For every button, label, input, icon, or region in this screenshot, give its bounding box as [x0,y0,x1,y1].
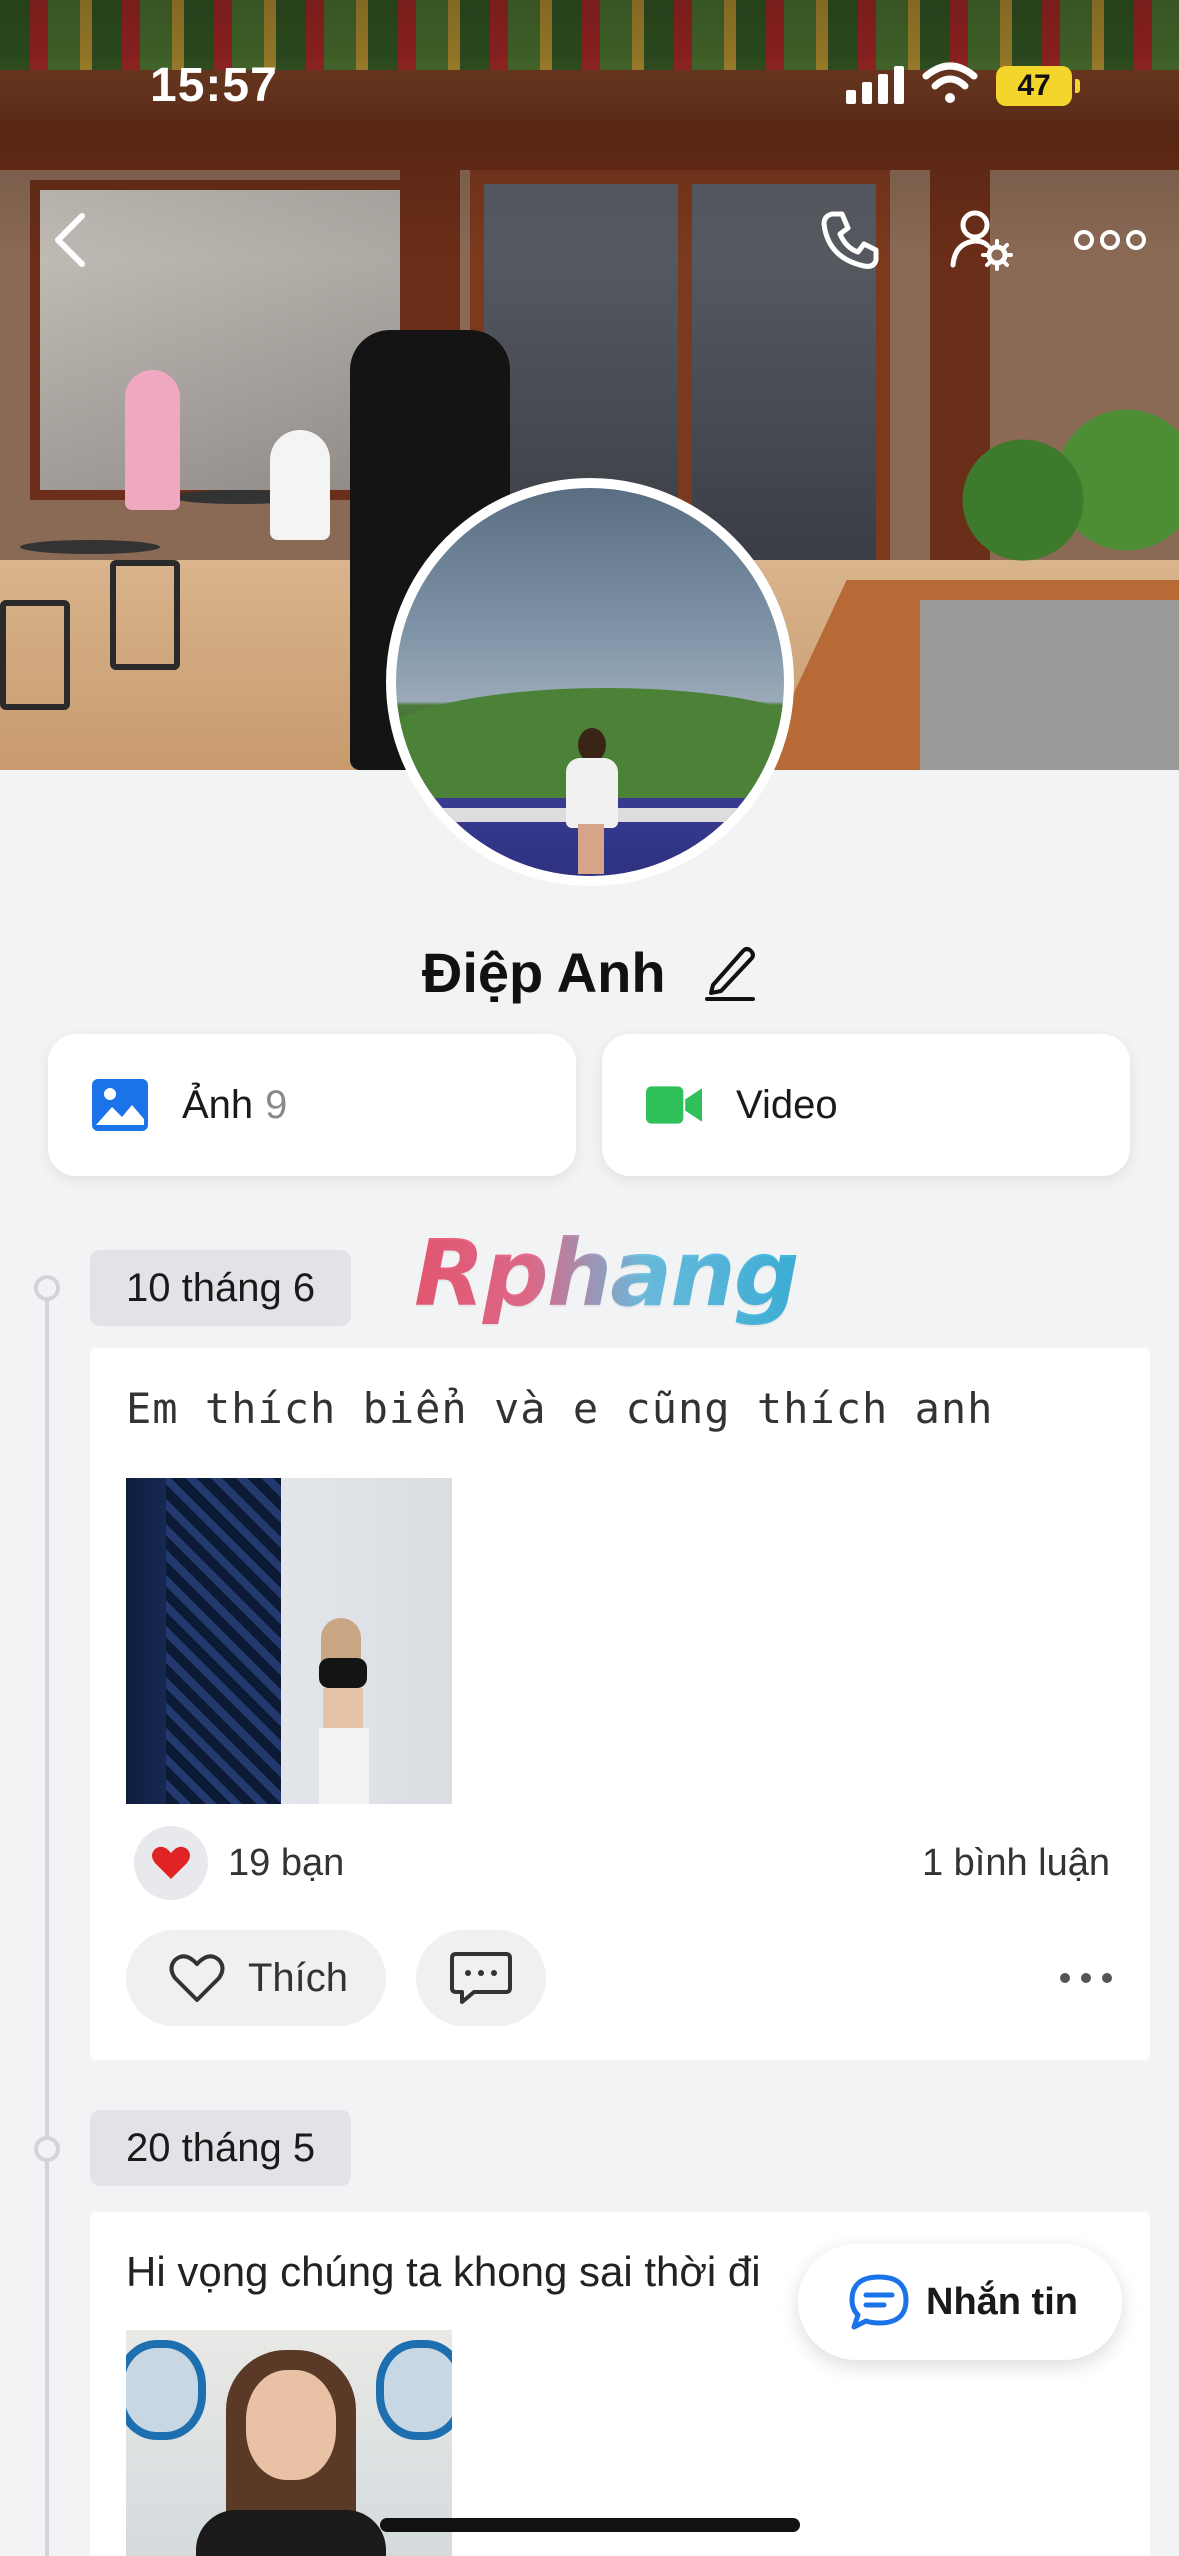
user-settings-icon [950,210,1013,271]
video-camera-icon [646,1086,702,1124]
photos-button[interactable]: Ảnh 9 [48,1034,576,1176]
battery-level: 47 [1017,69,1051,102]
timeline-dot [34,1275,60,1301]
more-dots-icon [1074,230,1146,250]
cover-chair [110,560,180,670]
status-bar: 15:57 47 [0,0,1179,150]
call-button[interactable] [810,200,890,280]
video-label: Video [736,1082,838,1127]
cover-chair [0,600,70,710]
more-dots-icon [1060,1973,1112,1983]
cover-pavement [920,600,1179,770]
post-more-button[interactable] [1046,1948,1126,2008]
back-button[interactable] [30,200,110,280]
comment-icon [450,1952,512,2004]
cover-plants [919,400,1179,600]
date-chip: 20 tháng 5 [90,2110,352,2186]
message-button[interactable]: Nhắn tin [798,2244,1122,2360]
home-indicator[interactable] [380,2518,800,2532]
battery-icon: 47 [996,66,1080,106]
post-actions: Thích [126,1930,1126,2026]
more-button[interactable] [1070,200,1150,280]
date-chip: 10 tháng 6 [90,1250,352,1326]
comment-button[interactable] [416,1930,546,2026]
post-photo[interactable] [126,1478,452,1804]
message-label: Nhắn tin [926,2280,1078,2323]
photos-label: Ảnh [182,1082,254,1127]
phone-icon [821,211,879,269]
avatar[interactable] [386,478,794,886]
chat-bubble-icon [849,2274,909,2330]
post-text: Em thích biển và e cũng thích anh [126,1384,994,1433]
photos-count: 9 [265,1082,288,1127]
like-button[interactable]: Thích [126,1930,386,2026]
heart-reaction-icon[interactable] [134,1826,208,1900]
reaction-count[interactable]: 19 bạn [228,1842,344,1885]
post-text: Hi vọng chúng ta khong sai thời đi [126,2248,761,2295]
video-button[interactable]: Video [602,1034,1130,1176]
status-time: 15:57 [150,59,278,112]
cover-person [125,370,180,510]
like-label: Thích [248,1955,349,2000]
chevron-left-icon [55,213,85,267]
watermark-logo: Rphang [414,1220,800,1327]
cover-person [270,430,330,540]
user-settings-button[interactable] [942,200,1022,280]
profile-name-text: Điệp Anh [421,940,666,1004]
avatar-person [556,728,626,876]
post-card: Em thích biển và e cũng thích anh 19 bạn… [90,1348,1150,2060]
cover-table [20,540,160,554]
edit-pencil-icon[interactable] [703,941,757,1003]
image-icon [92,1079,148,1131]
reaction-row: 19 bạn 1 bình luận [134,1826,1114,1900]
heart-outline-icon [169,1954,225,2002]
signal-icon [846,66,904,104]
comment-count[interactable]: 1 bình luận [922,1842,1110,1885]
profile-name: Điệp Anh [0,935,1179,1005]
timeline-dot [34,2136,60,2162]
timeline-line [45,1288,49,2556]
wifi-icon [922,62,978,103]
